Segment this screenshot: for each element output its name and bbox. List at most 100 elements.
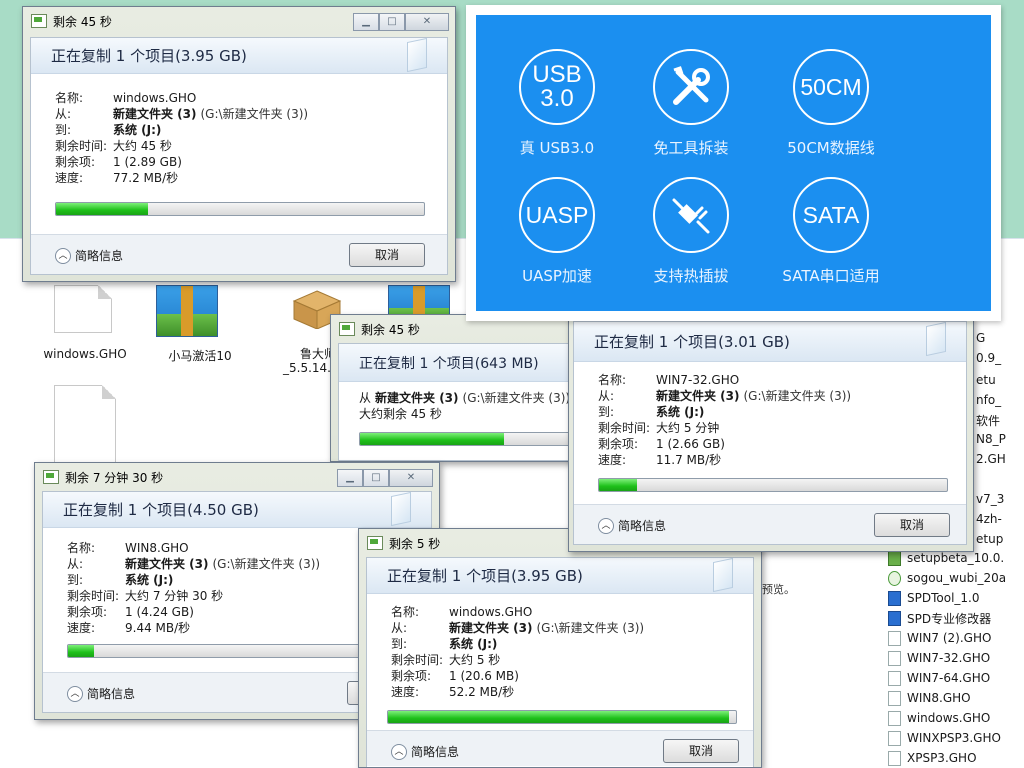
list-item[interactable]: WIN7 (2).GHO xyxy=(888,628,991,648)
dialog-header: 正在复制 1 个项目(3.95 GB) xyxy=(367,558,753,594)
maximize-button[interactable]: □ xyxy=(379,13,405,31)
list-item[interactable]: SPDTool_1.0 xyxy=(888,588,980,608)
dialog-body: 正在复制 1 个项目(3.95 GB) 名称: windows.GHO 从: 新建文… xyxy=(366,557,754,767)
list-item-label: XPSP3.GHO xyxy=(907,751,977,765)
list-item-label: setupbeta_10.0. xyxy=(907,551,1005,565)
source-path: (G:\新建文件夹 (3)) xyxy=(212,557,321,571)
copy-details: 名称: WIN8.GHO 从: 新建文件夹 (3) (G:\新建文件夹 (3)) 到:… xyxy=(67,540,320,636)
destination-drive[interactable]: 系统 (J:) xyxy=(449,636,497,652)
uasp-icon-text: UASP xyxy=(525,202,589,228)
progress-fill xyxy=(68,645,94,657)
cancel-button[interactable]: 取消 xyxy=(663,739,739,763)
transfer-speed: 52.2 MB/秒 xyxy=(449,685,515,699)
minimize-button[interactable]: ▁ xyxy=(337,469,363,487)
list-item[interactable]: WIN7-64.GHO xyxy=(888,668,990,688)
window-controls: ▁ □ ✕ xyxy=(337,469,433,487)
file-label-cut: 0.9_ xyxy=(976,351,1002,365)
cable-length-icon-text: 50CM xyxy=(800,74,862,100)
copy-details: 名称: windows.GHO 从: 新建文件夹 (3) (G:\新建文件夹 (3))… xyxy=(55,90,308,186)
time-label: 剩余时间: xyxy=(55,139,108,153)
list-item[interactable]: SPD专业修改器 xyxy=(888,608,991,628)
copy-app-icon xyxy=(43,470,59,484)
from-label: 从: xyxy=(67,557,84,571)
items-remaining: 1 (2.66 GB) xyxy=(656,437,725,451)
file-label-cut: N8_P xyxy=(976,432,1006,446)
transfer-speed: 77.2 MB/秒 xyxy=(113,171,179,185)
feature-tool-free: 免工具拆装 xyxy=(616,49,766,158)
feature-caption: SATA串口适用 xyxy=(782,267,880,285)
copy-dialog-3: 正在复制 1 个项目(3.01 GB) 名称: WIN7-32.GHO 从: 新建文… xyxy=(568,316,974,552)
source-folder[interactable]: 新建文件夹 (3) xyxy=(449,620,533,636)
dialog-header: 正在复制 1 个项目(3.95 GB) xyxy=(31,38,447,74)
destination-drive[interactable]: 系统 (J:) xyxy=(656,404,704,420)
copy-header: 正在复制 1 个项目(3.95 GB) xyxy=(51,47,247,65)
chevron-up-icon: ︿ xyxy=(391,743,407,760)
list-item-label: SPDTool_1.0 xyxy=(907,591,980,605)
file-label-cut: etu xyxy=(976,373,996,387)
source-folder[interactable]: 新建文件夹 (3) xyxy=(656,388,740,404)
fewer-details-toggle[interactable]: ︿ 简略信息 xyxy=(391,743,459,760)
source-path: (G:\新建文件夹 (3)) xyxy=(200,107,309,121)
list-item[interactable]: WIN7-32.GHO xyxy=(888,648,990,668)
list-item-label: sogou_wubi_20a xyxy=(907,571,1007,585)
list-item[interactable]: WINXPSP3.GHO xyxy=(888,728,1001,748)
copy-app-icon xyxy=(31,14,47,28)
fewer-details-toggle[interactable]: ︿ 简略信息 xyxy=(598,517,666,534)
tools-icon xyxy=(653,49,729,125)
to-label: 到: xyxy=(391,637,408,651)
list-item[interactable]: XPSP3.GHO xyxy=(888,748,977,768)
list-item-label: windows.GHO xyxy=(907,711,991,725)
fewer-details-toggle[interactable]: ︿ 简略信息 xyxy=(67,685,135,702)
file-item-activator[interactable]: 小马激活10 xyxy=(150,285,250,365)
document-icon[interactable] xyxy=(54,385,116,465)
copy-document-icon xyxy=(391,492,411,527)
dialog-body: 正在复制 1 个项目(3.01 GB) 名称: WIN7-32.GHO 从: 新建文… xyxy=(573,321,967,545)
cable-length-icon: 50CM xyxy=(793,49,869,125)
time-remaining: 大约 5 秒 xyxy=(449,653,501,667)
list-item[interactable]: windows.GHO xyxy=(888,708,990,728)
dialog-body: 正在复制 1 个项目(3.95 GB) 名称: windows.GHO 从: 新建文… xyxy=(30,37,448,275)
progress-bar xyxy=(598,478,948,492)
file-name: WIN8.GHO xyxy=(125,541,189,555)
window-title: 剩余 5 秒 xyxy=(389,536,441,551)
source-folder[interactable]: 新建文件夹 (3) xyxy=(375,390,459,406)
feature-caption: UASP加速 xyxy=(522,267,592,285)
copy-details: 从新建文件夹 (3) (G:\新建文件夹 (3)) 大约剩余 45 秒 xyxy=(359,390,570,422)
copy-details: 名称: WIN7-32.GHO 从: 新建文件夹 (3) (G:\新建文件夹 (3))… xyxy=(598,372,851,468)
file-label-cut: G xyxy=(976,331,986,345)
items-remaining: 1 (4.24 GB) xyxy=(125,605,194,619)
time-label: 剩余时间: xyxy=(391,653,444,667)
maximize-button[interactable]: □ xyxy=(363,469,389,487)
list-item-label: WINXPSP3.GHO xyxy=(907,731,1001,745)
source-folder[interactable]: 新建文件夹 (3) xyxy=(125,556,209,572)
source-folder[interactable]: 新建文件夹 (3) xyxy=(113,106,197,122)
spd-icon xyxy=(888,590,901,606)
destination-drive[interactable]: 系统 (J:) xyxy=(125,572,173,588)
document-icon xyxy=(888,650,901,666)
name-label: 名称: xyxy=(67,541,96,555)
file-label-cut: 软件 xyxy=(976,414,1001,428)
copy-header: 正在复制 1 个项目(3.95 GB) xyxy=(387,567,583,585)
file-label-cut: 2.GH xyxy=(976,452,1006,466)
file-item-windows-gho[interactable]: windows.GHO xyxy=(40,285,130,365)
dialog-footer: ︿ 简略信息 取消 xyxy=(574,504,966,544)
close-button[interactable]: ✕ xyxy=(389,469,433,487)
dialog-body: 正在复制 1 个项目(643 MB) 从新建文件夹 (3) (G:\新建文件夹 (… xyxy=(338,343,589,461)
cancel-button[interactable]: 取消 xyxy=(349,243,425,267)
window-title: 剩余 7 分钟 30 秒 xyxy=(65,470,164,485)
cancel-button[interactable]: 取消 xyxy=(874,513,950,537)
list-item[interactable]: WIN8.GHO xyxy=(888,688,971,708)
from-label: 从: xyxy=(598,389,615,403)
minimize-button[interactable]: ▁ xyxy=(353,13,379,31)
time-label: 剩余时间: xyxy=(598,421,651,435)
window-controls: ▁ □ ✕ xyxy=(353,13,449,31)
fewer-details-toggle[interactable]: ︿ 简略信息 xyxy=(55,247,123,264)
destination-drive[interactable]: 系统 (J:) xyxy=(113,122,161,138)
transfer-speed: 9.44 MB/秒 xyxy=(125,621,191,635)
close-button[interactable]: ✕ xyxy=(405,13,449,31)
copy-document-icon xyxy=(713,558,733,593)
window-title: 剩余 45 秒 xyxy=(53,14,112,29)
progress-fill xyxy=(388,711,730,723)
file-label: windows.GHO xyxy=(43,347,127,361)
list-item[interactable]: sogou_wubi_20a xyxy=(888,568,1006,588)
